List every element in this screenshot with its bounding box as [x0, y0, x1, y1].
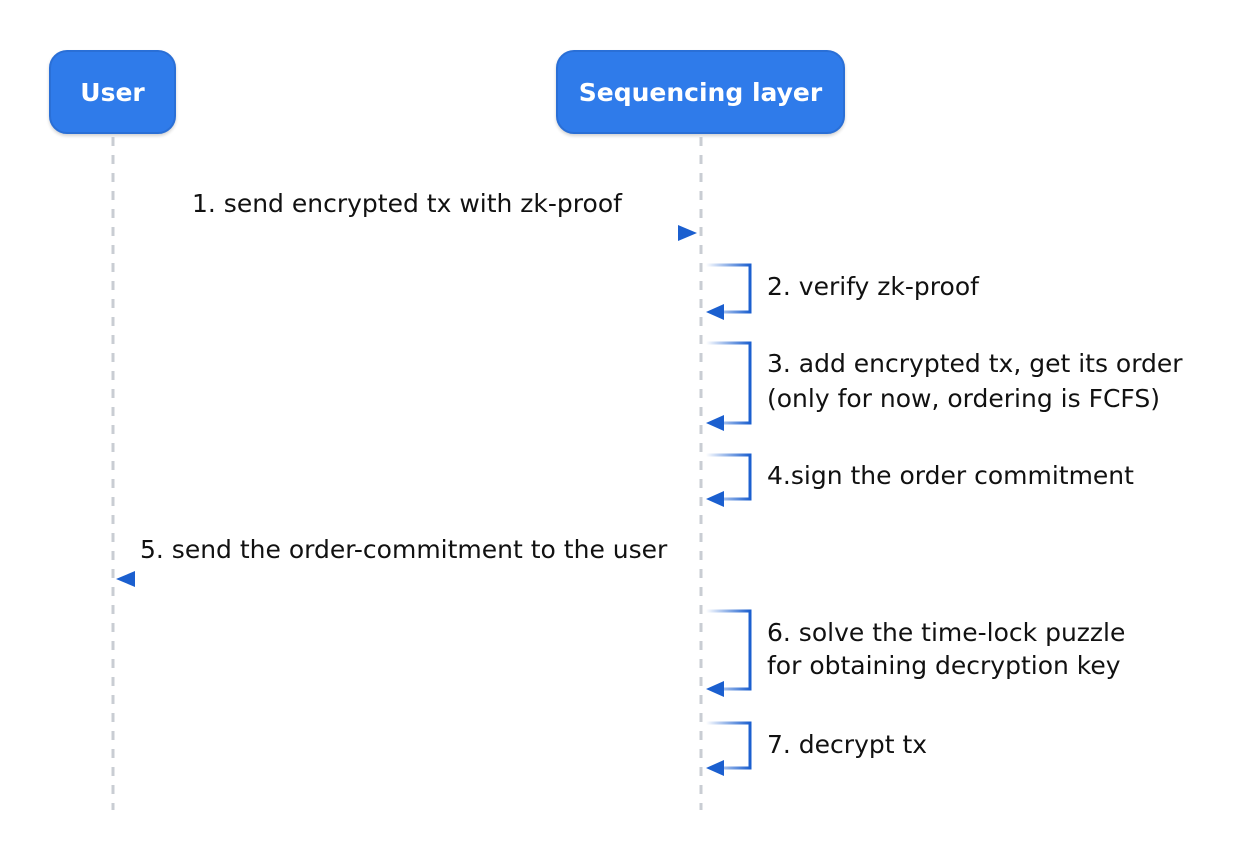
self-arrow-7-head [706, 760, 724, 776]
self-arrow-6-head [706, 681, 724, 697]
self-arrow-4 [706, 453, 752, 501]
message-6-label-line2: for obtaining decryption key [767, 651, 1121, 680]
self-arrow-3 [706, 341, 752, 425]
arrow-1-head [678, 225, 697, 241]
message-3-label-line1: 3. add encrypted tx, get its order [767, 349, 1183, 378]
arrow-5-head [116, 571, 135, 587]
self-arrow-7 [706, 721, 752, 770]
message-5-label: 5. send the order-commitment to the user [140, 535, 668, 564]
sequence-diagram-canvas [111, 137, 752, 810]
message-2-label: 2. verify zk-proof [767, 272, 979, 301]
self-arrow-6 [706, 609, 752, 691]
self-arrow-4-head [706, 491, 724, 507]
message-1-label: 1. send encrypted tx with zk-proof [192, 189, 622, 218]
message-7-label: 7. decrypt tx [767, 730, 928, 759]
self-arrow-2-head [706, 304, 724, 320]
message-4-label: 4.sign the order commitment [767, 461, 1134, 490]
message-6-label-line1: 6. solve the time-lock puzzle [767, 618, 1126, 647]
message-3-label-line2: (only for now, ordering is FCFS) [767, 384, 1160, 413]
self-arrow-2 [706, 263, 752, 314]
self-arrow-3-head [706, 415, 724, 431]
